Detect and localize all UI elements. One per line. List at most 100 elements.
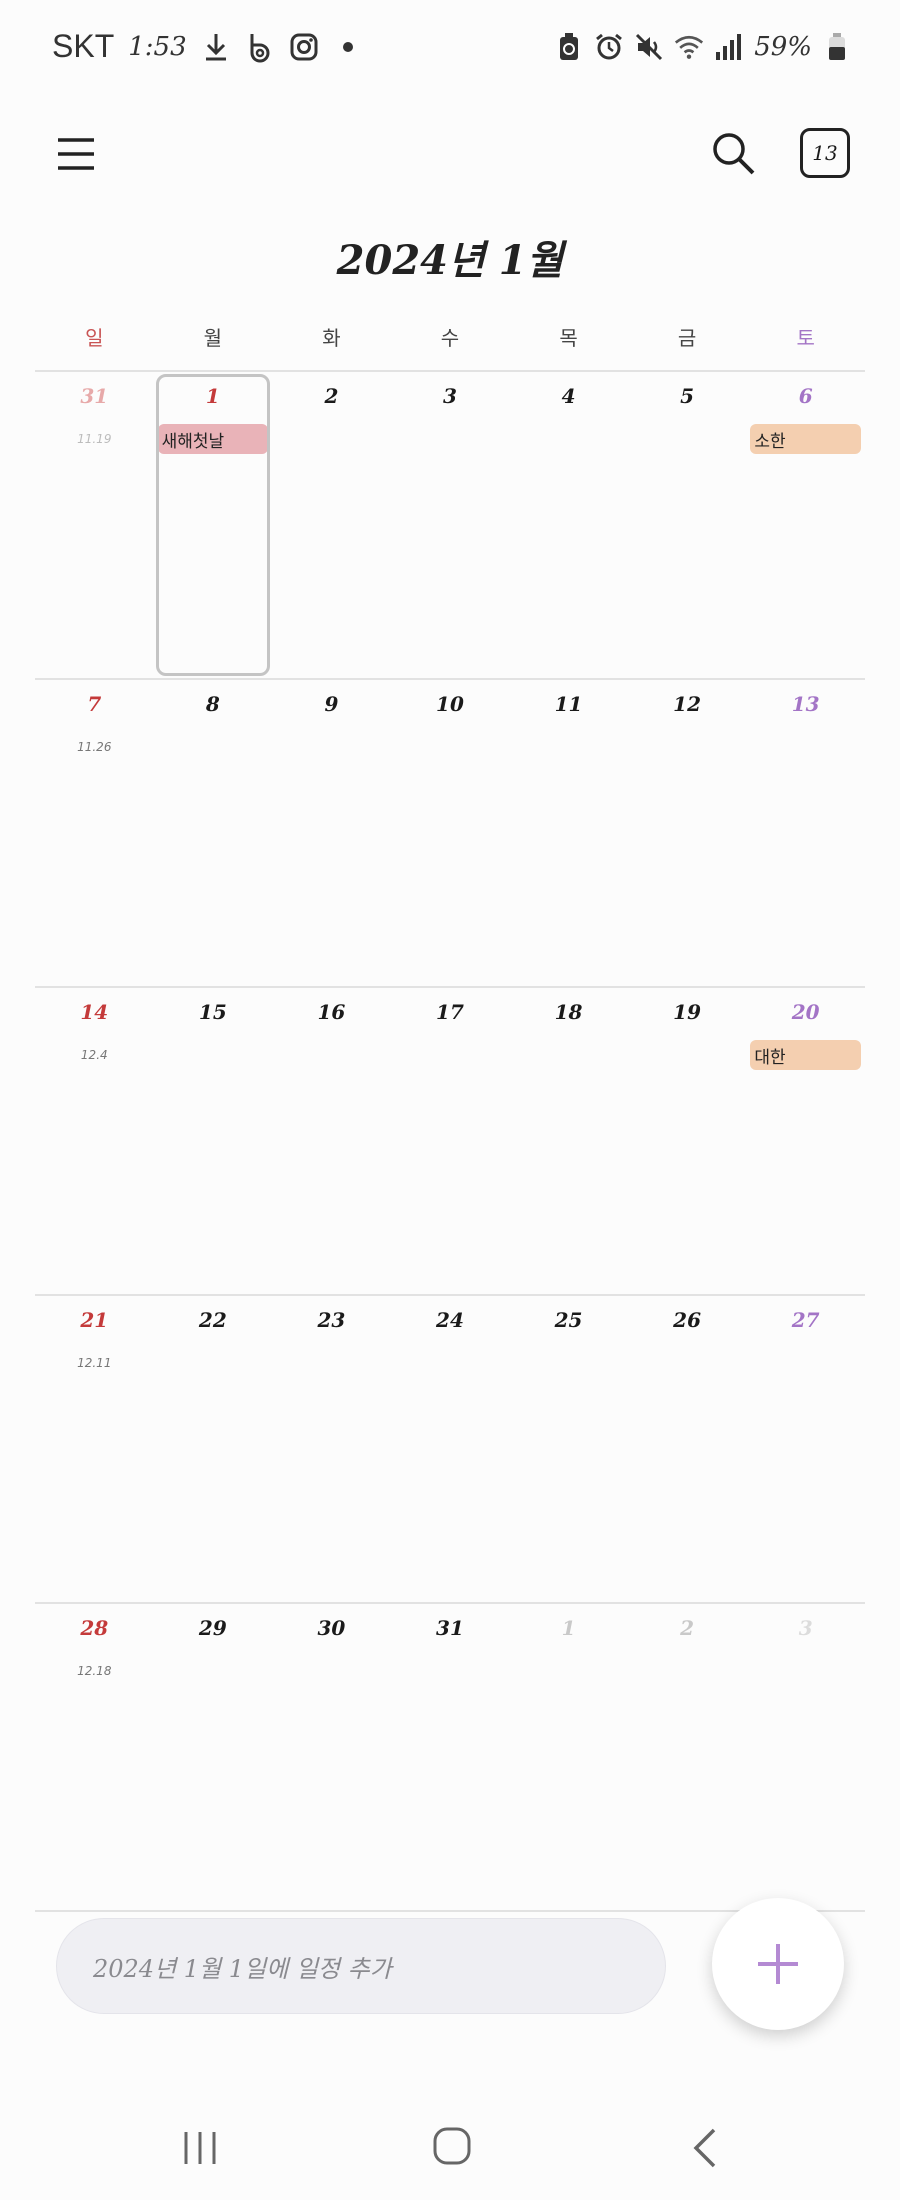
calendar-day-cell[interactable]: 26 (628, 1296, 747, 1602)
calendar-day-cell[interactable]: 30 (272, 1604, 391, 1910)
day-number: 5 (680, 384, 695, 408)
calendar-day-cell[interactable]: 5 (628, 372, 747, 678)
calendar-day-cell[interactable]: 29 (154, 1604, 273, 1910)
day-number: 18 (554, 1000, 583, 1024)
calendar-day-cell[interactable]: 4 (509, 372, 628, 678)
day-number: 24 (436, 1308, 464, 1332)
day-number: 2 (680, 1616, 695, 1640)
calendar-week: 31 11.19 1 새해첫날 2 3 4 5 6 소한 (35, 370, 865, 678)
calendar-day-cell[interactable]: 22 (154, 1296, 273, 1602)
status-bar-right: 59% (554, 30, 852, 64)
add-event-input[interactable]: 2024년 1월 1일에 일정 추가 (56, 1918, 666, 2014)
calendar-day-cell[interactable]: 20 대한 (746, 988, 865, 1294)
calendar-week: 14 12.4 15 16 17 18 19 20 대한 (35, 986, 865, 1294)
calendar-day-cell[interactable]: 13 (746, 680, 865, 986)
lunar-date: 12.18 (77, 1664, 112, 1678)
calendar-day-cell[interactable]: 1 (509, 1604, 628, 1910)
weekday-tue: 화 (322, 326, 341, 350)
calendar-day-cell[interactable]: 8 (154, 680, 273, 986)
event-chip[interactable]: 새해첫날 (157, 424, 269, 454)
dot-icon (333, 30, 363, 64)
lunar-date: 11.19 (77, 432, 112, 446)
battery-percent-label: 59% (754, 32, 812, 62)
calendar-day-cell[interactable]: 2 (272, 372, 391, 678)
calendar-day-cell[interactable]: 3 (391, 372, 510, 678)
weekday-thu: 목 (559, 326, 578, 350)
event-chip[interactable]: 대한 (750, 1040, 861, 1070)
day-number: 11 (554, 692, 583, 716)
carrier-label: SKT (52, 28, 115, 64)
calendar-day-cell[interactable]: 28 12.18 (35, 1604, 154, 1910)
weekday-sun: 일 (85, 326, 104, 350)
calendar-day-cell[interactable]: 21 12.11 (35, 1296, 154, 1602)
calendar-day-cell[interactable]: 7 11.26 (35, 680, 154, 986)
signal-icon (714, 30, 744, 64)
calendar-day-cell[interactable]: 10 (391, 680, 510, 986)
recent-apps-icon (184, 2132, 216, 2164)
calendar-day-cell[interactable]: 17 (391, 988, 510, 1294)
today-button[interactable]: 13 (800, 128, 850, 178)
system-nav-bar (0, 2100, 900, 2200)
battery-saver-icon (554, 30, 584, 64)
day-number: 29 (198, 1616, 227, 1640)
calendar-day-cell[interactable]: 1 새해첫날 (154, 372, 273, 678)
mute-icon (634, 30, 664, 64)
calendar-day-cell[interactable]: 23 (272, 1296, 391, 1602)
calendar-day-cell[interactable]: 15 (154, 988, 273, 1294)
day-number: 4 (561, 384, 576, 408)
calendar-day-cell[interactable]: 9 (272, 680, 391, 986)
calendar-day-cell[interactable]: 31 11.19 (35, 372, 154, 678)
month-title[interactable]: 2024년 1월 (0, 228, 900, 286)
recent-apps-button[interactable] (180, 2128, 220, 2168)
calendar-week: 28 12.18 29 30 31 1 2 3 (35, 1602, 865, 1910)
calendar-day-cell[interactable]: 18 (509, 988, 628, 1294)
day-number: 13 (791, 692, 820, 716)
calendar-day-cell[interactable]: 2 (628, 1604, 747, 1910)
day-number: 6 (798, 384, 813, 408)
calendar-day-cell[interactable]: 6 소한 (746, 372, 865, 678)
calendar-day-cell[interactable]: 16 (272, 988, 391, 1294)
day-number: 3 (443, 384, 457, 408)
home-icon (433, 2127, 471, 2165)
download-icon (201, 30, 231, 64)
day-number: 17 (436, 1000, 464, 1024)
day-number: 2 (324, 384, 339, 408)
calendar-day-cell[interactable]: 14 12.4 (35, 988, 154, 1294)
calendar-day-cell[interactable]: 25 (509, 1296, 628, 1602)
menu-button[interactable] (56, 134, 96, 174)
day-number: 1 (205, 384, 220, 408)
calendar-day-cell[interactable]: 31 (391, 1604, 510, 1910)
weekday-header: 일 월 화 수 목 금 토 (35, 322, 865, 356)
day-number: 20 (791, 1000, 820, 1024)
home-button[interactable] (432, 2126, 472, 2166)
weekday-mon: 월 (203, 326, 223, 350)
day-number: 27 (791, 1308, 820, 1332)
lunar-date: 12.4 (80, 1048, 108, 1062)
alarm-icon (594, 30, 624, 64)
calendar-day-cell[interactable]: 27 (746, 1296, 865, 1602)
calendar-day-cell[interactable]: 11 (509, 680, 628, 986)
plus-icon (758, 1944, 798, 1984)
calendar-week: 21 12.11 22 23 24 25 26 27 (35, 1294, 865, 1602)
day-number: 3 (798, 1616, 813, 1640)
today-badge-label: 13 (812, 141, 838, 165)
back-button[interactable] (690, 2126, 720, 2170)
day-number: 8 (205, 692, 220, 716)
add-event-button[interactable] (712, 1898, 844, 2030)
calendar-day-cell[interactable]: 19 (628, 988, 747, 1294)
calendar-grid: 31 11.19 1 새해첫날 2 3 4 5 6 소한 7 11.26 8 9 10 11 12 13 14 12.… (35, 370, 865, 1912)
calendar-day-cell[interactable]: 3 (746, 1604, 865, 1910)
event-chip[interactable]: 소한 (750, 424, 861, 454)
day-number: 12 (673, 692, 702, 716)
day-number: 22 (198, 1308, 227, 1332)
day-number: 9 (324, 692, 339, 716)
day-number: 15 (198, 1000, 227, 1024)
search-button[interactable] (710, 130, 756, 176)
clock-label: 1:53 (128, 31, 187, 62)
calendar-week: 7 11.26 8 9 10 11 12 13 (35, 678, 865, 986)
calendar-day-cell[interactable]: 24 (391, 1296, 510, 1602)
day-number: 14 (80, 1000, 109, 1024)
lunar-date: 11.26 (77, 740, 112, 754)
calendar-day-cell[interactable]: 12 (628, 680, 747, 986)
weekday-wed: 수 (440, 326, 460, 350)
